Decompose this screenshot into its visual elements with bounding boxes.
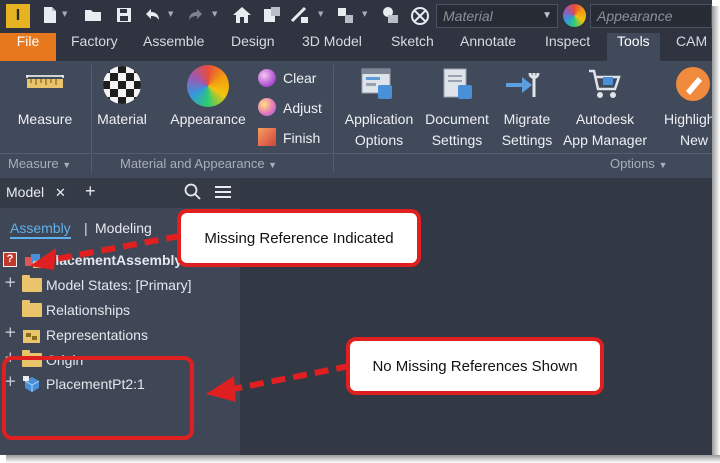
callout-missing-reference: Missing Reference Indicated [181,213,417,263]
inventor-window: I ▼ ▼ ▼ ▼ ▼ Material ▼ Appearance File F… [0,0,712,455]
callout-no-missing-references: No Missing References Shown [350,341,600,391]
drop-shadow [712,6,720,463]
drop-shadow [6,455,720,463]
